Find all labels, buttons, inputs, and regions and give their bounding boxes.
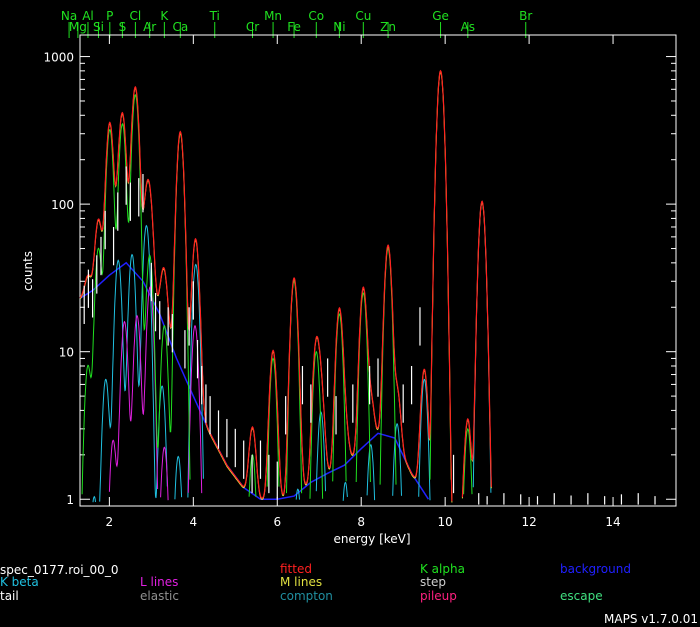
legend-item: K beta [0,575,39,589]
x-tick-label: 8 [357,515,365,529]
element-marker-label: Co [308,9,324,23]
element-marker-label: Mn [264,9,282,23]
series-fitted [79,69,492,502]
legend-item: background [560,562,631,576]
y-tick-label: 1 [66,493,74,507]
x-tick-label: 4 [190,515,198,529]
y-tick-label: 100 [51,198,74,212]
x-tick-label: 2 [106,515,114,529]
y-tick-label: 1000 [43,51,74,65]
element-marker-label: K [160,9,169,23]
element-marker-label: Ca [172,20,188,34]
legend-item: step [420,575,446,589]
element-marker-label: Ge [432,9,449,23]
x-tick-label: 14 [605,515,620,529]
element-marker-label: Cu [355,9,371,23]
element-marker-label: As [461,20,475,34]
y-tick-label: 10 [59,346,74,360]
legend-item: M lines [280,575,323,589]
element-marker-label: Cl [130,9,142,23]
element-markers: NaMgAlSiPSClArKCaTiCrMnFeCoNiCuZnGeAsBr [61,9,532,38]
element-marker-label: Fe [287,20,301,34]
legend-item: L lines [140,575,179,589]
x-tick-label: 12 [521,515,536,529]
series-k-alpha [81,70,473,499]
legend-item: escape [560,589,603,603]
element-marker-label: Zn [380,20,396,34]
legend-item: elastic [140,589,179,603]
x-axis-label: energy [keV] [333,532,410,546]
version-label: MAPS v1.7.0.01 [604,612,698,626]
element-marker-label: P [106,9,113,23]
element-marker-label: Ti [209,9,220,23]
legend-item: pileup [420,589,457,603]
series-lines [79,69,492,503]
element-marker-label: Cr [246,20,259,34]
x-tick-label: 10 [438,515,453,529]
spectrum-chart: NaMgAlSiPSClArKCaTiCrMnFeCoNiCuZnGeAsBr … [21,9,677,546]
element-marker-label: Si [93,20,104,34]
legend-item: tail [0,589,19,603]
plot-frame [79,34,677,507]
element-marker-label: Br [519,9,532,23]
element-marker-label: Ni [333,20,345,34]
x-tick-label: 6 [273,515,281,529]
element-marker-label: Ar [143,20,156,34]
legend-item: compton [280,589,333,603]
y-axis-label: counts [21,251,35,291]
element-marker-label: S [119,20,127,34]
